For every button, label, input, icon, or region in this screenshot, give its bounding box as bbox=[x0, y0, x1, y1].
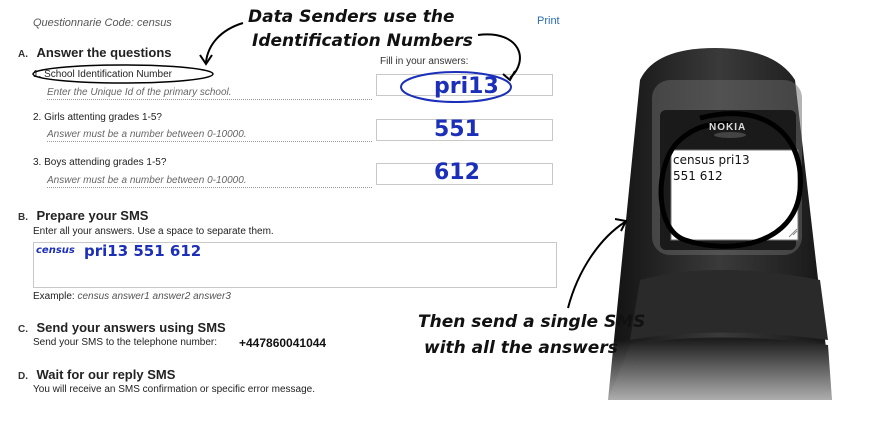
annotation-marks bbox=[32, 22, 628, 309]
annotation-top-line-1: Data Senders use the bbox=[248, 7, 455, 27]
value-circle bbox=[400, 71, 512, 103]
label-circle bbox=[32, 64, 214, 84]
annotation-bottom-line-2: with all the answers bbox=[424, 338, 618, 358]
annotation-top-line-2: Identification Numbers bbox=[252, 31, 473, 51]
annotation-bottom-line-1: Then send a single SMS bbox=[418, 312, 646, 332]
